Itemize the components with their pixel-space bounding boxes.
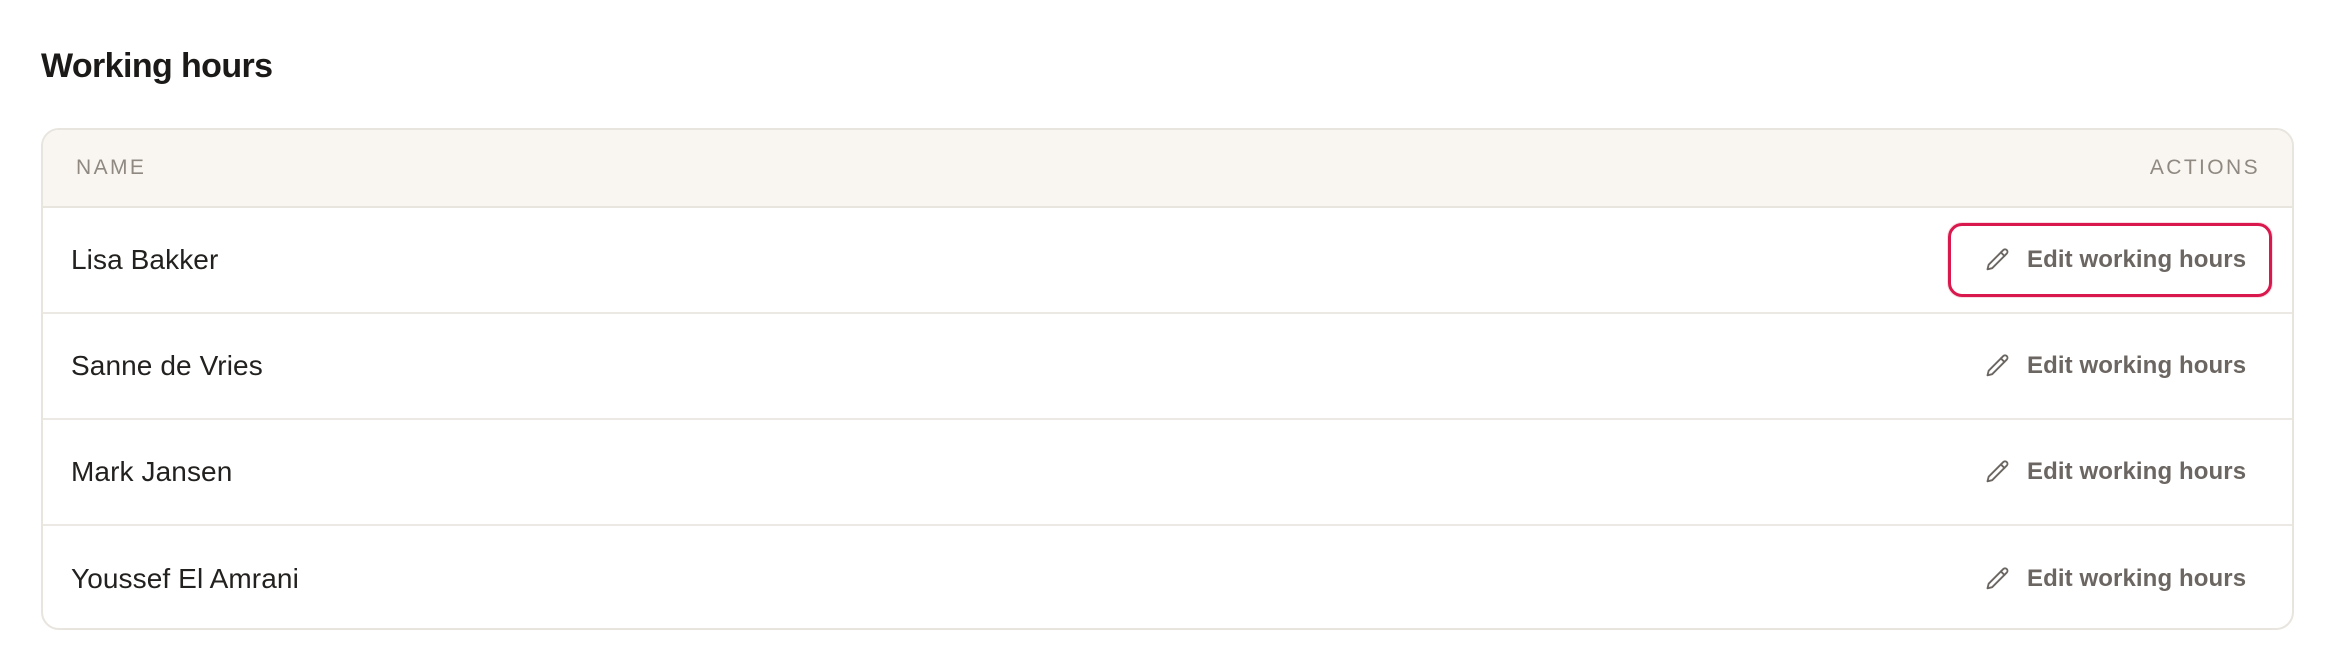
pencil-icon	[1983, 245, 2013, 275]
table-row: Mark Jansen Edit working hours	[43, 420, 2292, 526]
edit-button-label: Edit working hours	[2027, 565, 2247, 592]
table-row: Lisa Bakker Edit working hours	[43, 208, 2292, 314]
edit-working-hours-button[interactable]: Edit working hours	[1948, 435, 2272, 509]
edit-working-hours-button[interactable]: Edit working hours	[1948, 542, 2272, 616]
employee-name: Lisa Bakker	[71, 244, 219, 275]
edit-working-hours-button[interactable]: Edit working hours	[1948, 329, 2272, 403]
working-hours-page: Working hours NAME ACTIONS Lisa Bakker E…	[0, 0, 2336, 670]
employee-name: Mark Jansen	[71, 456, 233, 487]
table-row: Sanne de Vries Edit working hours	[43, 314, 2292, 420]
table-header: NAME ACTIONS	[43, 130, 2292, 208]
edit-working-hours-button[interactable]: Edit working hours	[1948, 223, 2272, 297]
working-hours-table: NAME ACTIONS Lisa Bakker Edit working ho…	[41, 128, 2294, 630]
employee-name: Youssef El Amrani	[71, 563, 299, 594]
pencil-icon	[1983, 457, 2013, 487]
edit-button-label: Edit working hours	[2027, 246, 2247, 273]
table-row: Youssef El Amrani Edit working hours	[43, 526, 2292, 628]
page-title: Working hours	[41, 47, 273, 85]
column-header-actions: ACTIONS	[2149, 156, 2260, 179]
edit-button-label: Edit working hours	[2027, 352, 2247, 379]
pencil-icon	[1983, 564, 2013, 594]
employee-name: Sanne de Vries	[71, 350, 263, 381]
edit-button-label: Edit working hours	[2027, 458, 2247, 485]
column-header-name: NAME	[76, 156, 147, 179]
pencil-icon	[1983, 351, 2013, 381]
